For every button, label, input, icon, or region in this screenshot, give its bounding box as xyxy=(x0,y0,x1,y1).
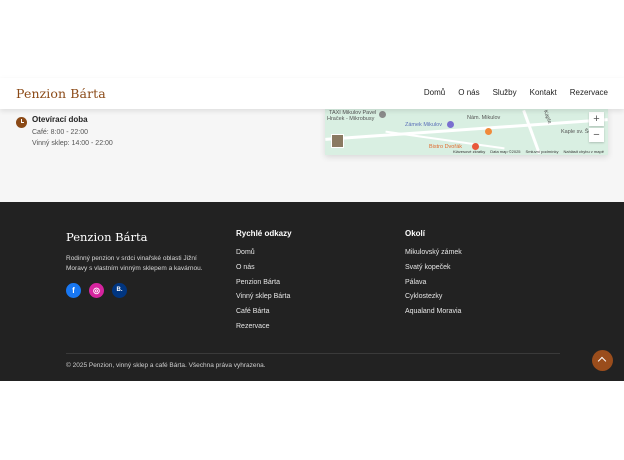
footer-link-wine-cellar[interactable]: Vinný sklep Bárta xyxy=(236,293,290,300)
footer-link-castle[interactable]: Mikulovský zámek xyxy=(405,249,462,256)
map-road xyxy=(522,109,541,155)
report-error-link[interactable]: Nahlásit chybu v mapě xyxy=(563,149,603,154)
footer-link-holy-hill[interactable]: Svatý kopeček xyxy=(405,264,451,271)
footer-link-about[interactable]: O nás xyxy=(236,264,255,271)
nav-contact[interactable]: Kontakt xyxy=(530,88,557,97)
nav-reservation[interactable]: Rezervace xyxy=(570,88,608,97)
footer-link-aqualand[interactable]: Aqualand Moravia xyxy=(405,308,461,315)
footer-link-penzion[interactable]: Penzion Bárta xyxy=(236,279,280,286)
map-data-credit: Data map ©2025 xyxy=(490,149,521,154)
footer-link-reservation[interactable]: Rezervace xyxy=(236,323,269,330)
terms-link[interactable]: Smluvní podmínky xyxy=(526,149,559,154)
site-header: Penzion Bárta Domů O nás Služby Kontakt … xyxy=(0,78,624,109)
footer-brand: Penzion Bárta xyxy=(66,230,148,244)
nav-about[interactable]: O nás xyxy=(458,88,479,97)
booking-link[interactable]: B. xyxy=(112,283,127,298)
footer-link-cafe[interactable]: Café Bárta xyxy=(236,308,269,315)
map-pin-icon xyxy=(379,111,386,118)
clock-icon xyxy=(16,117,27,128)
keyboard-shortcuts-link[interactable]: Klávesové zkratky xyxy=(453,149,485,154)
main-nav: Domů O nás Služby Kontakt Rezervace xyxy=(424,88,608,97)
wine-cellar-hours: Vinný sklep: 14:00 - 22:00 xyxy=(32,140,113,147)
instagram-link[interactable]: ◎ xyxy=(89,283,104,298)
map-pin-icon xyxy=(447,121,454,128)
google-map[interactable]: TAXI Mikulov Pavel Hraček - Mikrobusy Zá… xyxy=(325,109,608,155)
nav-home[interactable]: Domů xyxy=(424,88,445,97)
map-pin-icon xyxy=(485,128,492,135)
footer-link-home[interactable]: Domů xyxy=(236,249,255,256)
scroll-to-top-button[interactable] xyxy=(592,350,613,371)
zoom-out-button[interactable]: − xyxy=(589,128,604,142)
cafe-hours: Café: 8:00 - 22:00 xyxy=(32,129,89,136)
map-label: Hraček - Mikrobusy xyxy=(327,116,375,122)
booking-icon: B. xyxy=(116,287,123,293)
footer-divider xyxy=(66,353,560,354)
instagram-icon: ◎ xyxy=(93,286,100,295)
map-label: Zámek Mikulov xyxy=(405,122,442,128)
opening-hours-title: Otevírací doba xyxy=(32,115,88,124)
facebook-icon: f xyxy=(72,286,75,295)
footer-description: Rodinný penzion v srdci vinařské oblasti… xyxy=(66,255,203,272)
facebook-link[interactable]: f xyxy=(66,283,81,298)
nav-services[interactable]: Služby xyxy=(493,88,517,97)
zoom-in-button[interactable]: + xyxy=(589,112,604,126)
quick-links-title: Rychlé odkazy xyxy=(236,229,292,238)
street-view-thumbnail[interactable] xyxy=(331,134,344,148)
footer-link-bike-trails[interactable]: Cyklostezky xyxy=(405,293,442,300)
surroundings-title: Okolí xyxy=(405,229,426,238)
copyright-text: © 2025 Penzion, vinný sklep a café Bárta… xyxy=(66,362,266,369)
site-logo[interactable]: Penzion Bárta xyxy=(16,86,106,101)
footer-link-palava[interactable]: Pálava xyxy=(405,279,426,286)
map-label: Nám. Mikulov xyxy=(467,115,501,121)
site-footer: Penzion Bárta Rodinný penzion v srdci vi… xyxy=(0,202,624,381)
map-attribution: Klávesové zkratky Data map ©2025 Smluvní… xyxy=(453,149,604,154)
